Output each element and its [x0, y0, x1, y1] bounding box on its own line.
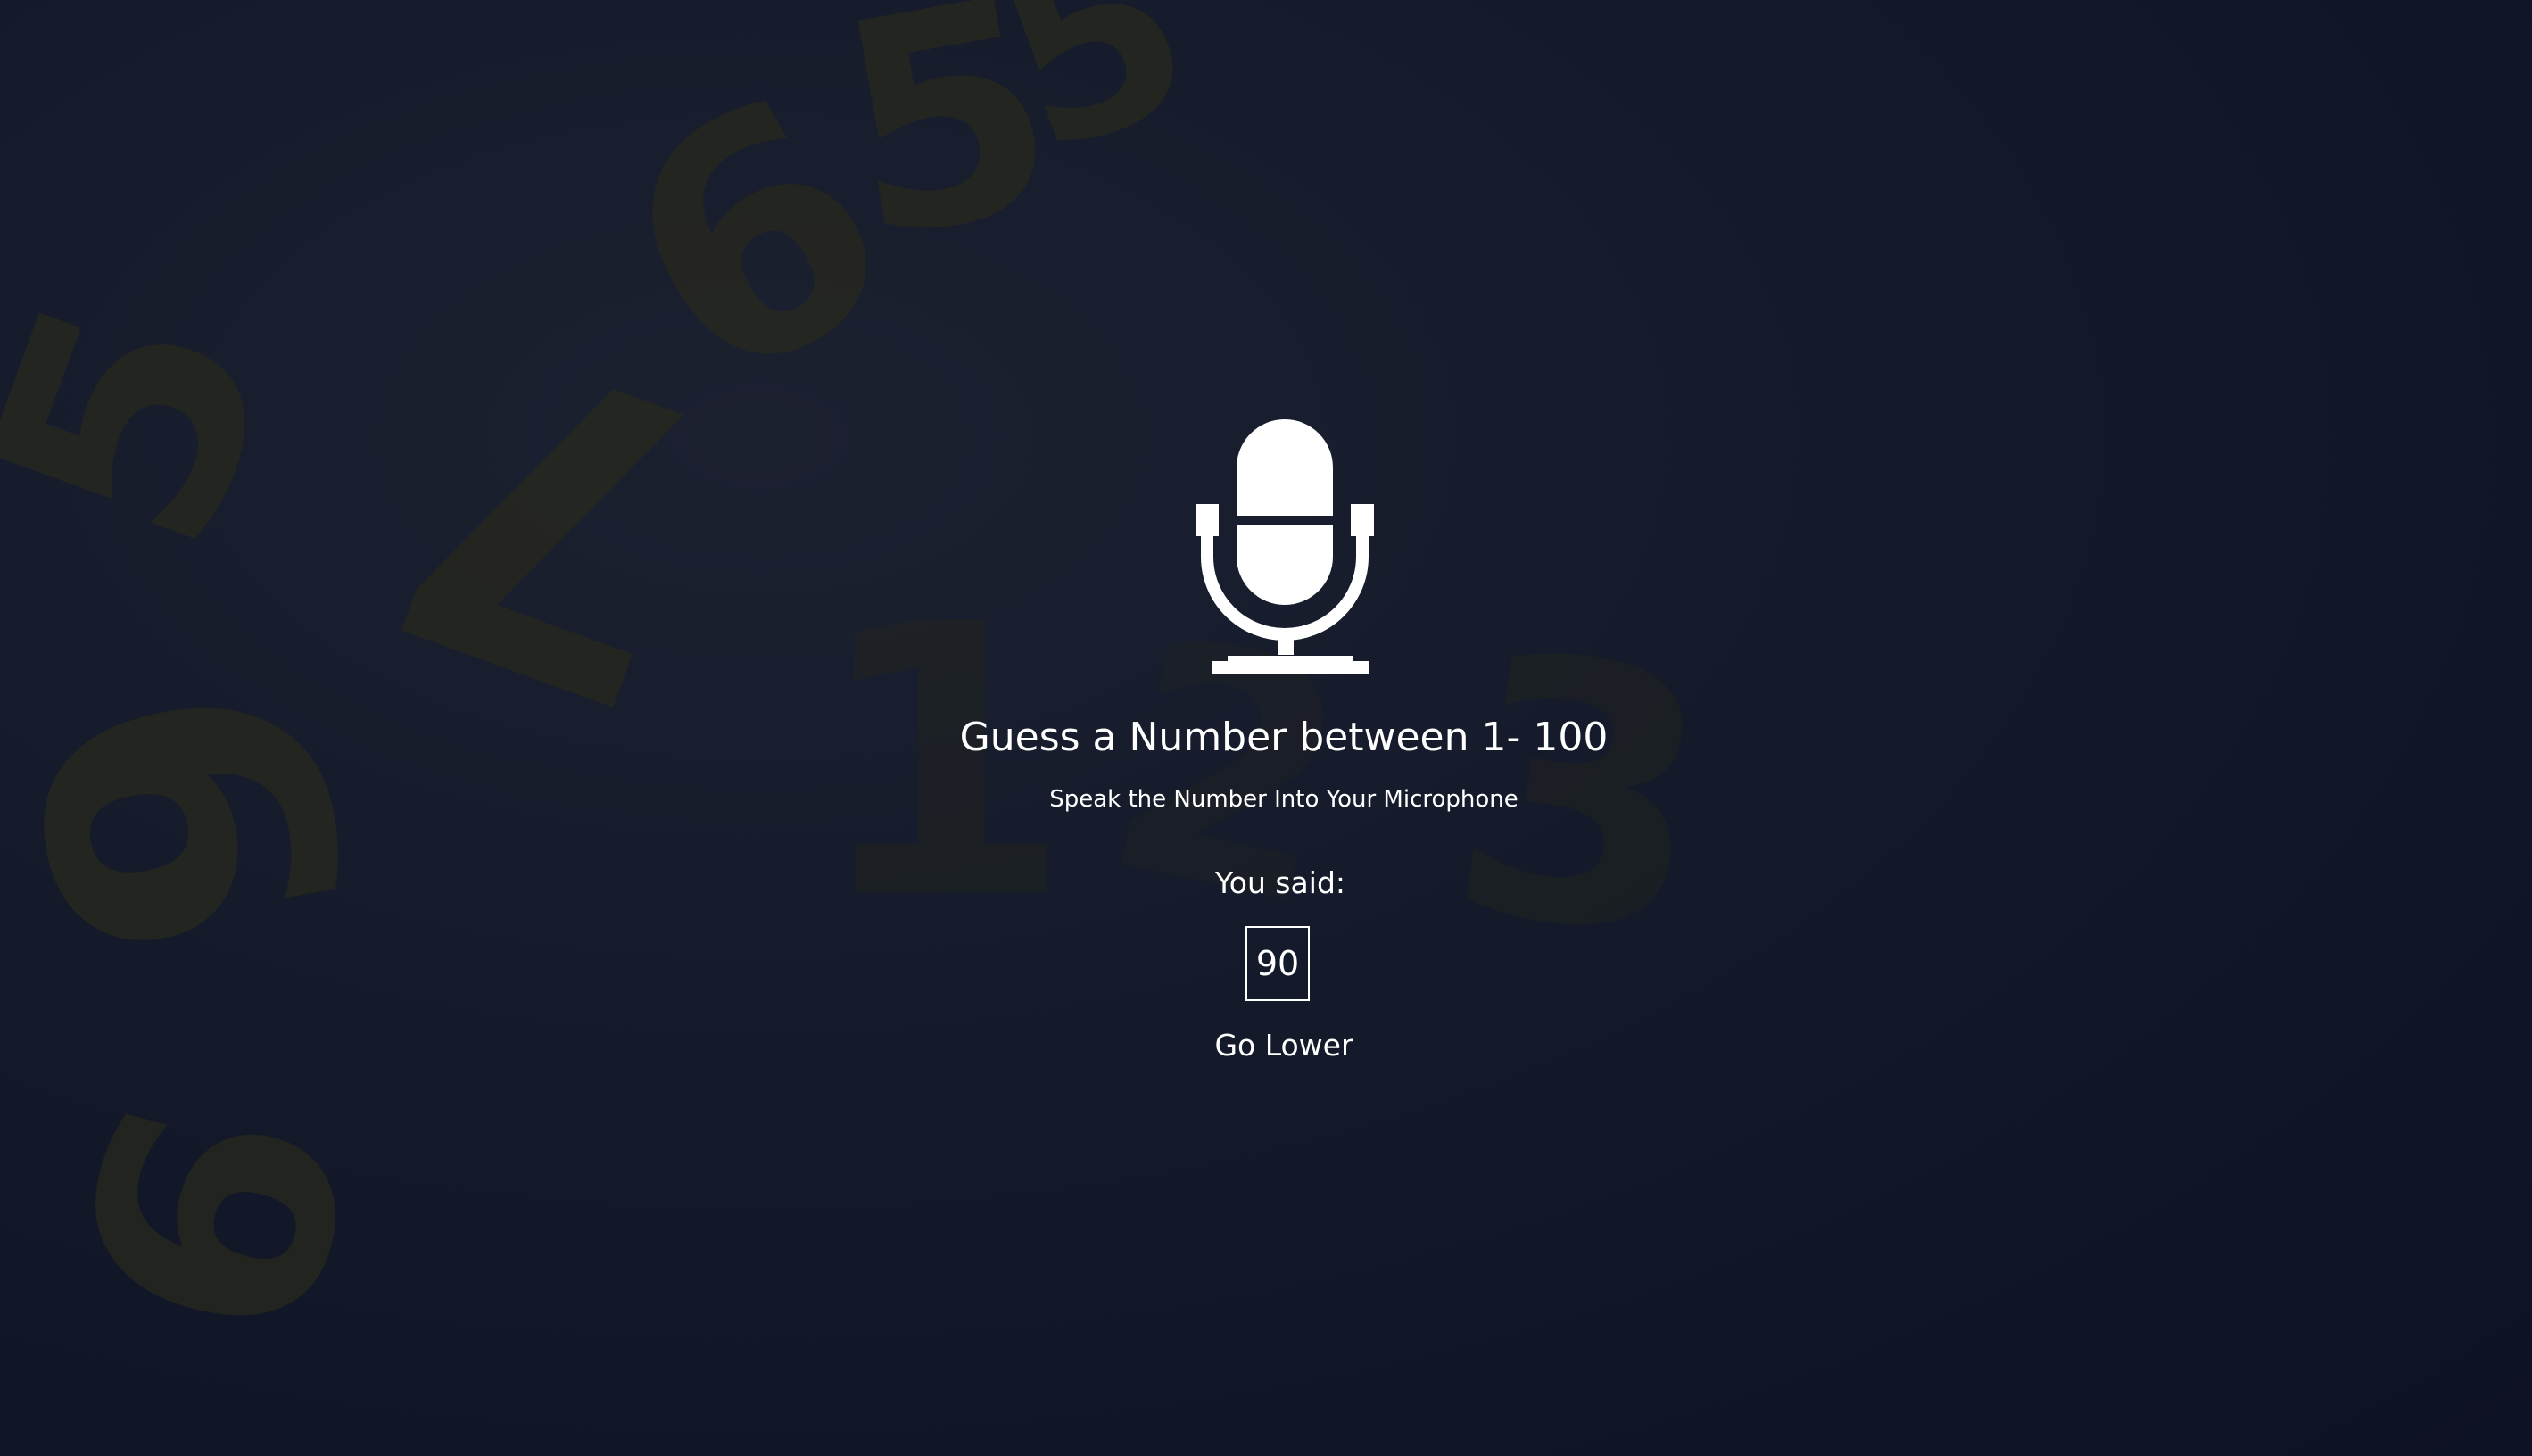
page-title: Guess a Number between 1- 100 [959, 715, 1609, 760]
feedback-text: Go Lower [1214, 1028, 1353, 1063]
instruction-text: Speak the Number Into Your Microphone [1049, 786, 1518, 813]
you-said-label: You said: [1214, 865, 1346, 900]
game-panel: Guess a Number between 1- 100 Speak the … [0, 0, 2532, 1456]
game-screen: 1 2 3 5 6 7 9 5 6 5 Guess a Number betwe… [0, 0, 2532, 1456]
microphone-icon[interactable] [1196, 391, 1374, 676]
spoken-number-display: 90 [1245, 926, 1310, 1001]
